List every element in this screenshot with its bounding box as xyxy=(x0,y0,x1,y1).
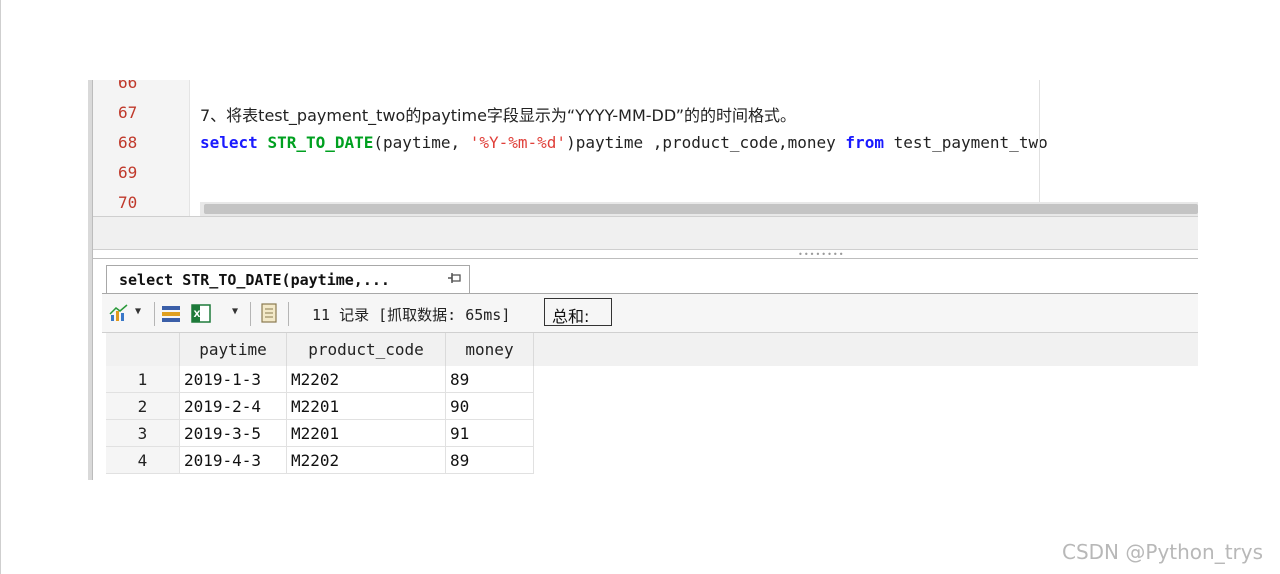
table-row[interactable]: 3 2019-3-5 M2201 91 xyxy=(106,419,534,447)
cell-product-code[interactable]: M2201 xyxy=(286,392,446,420)
string-literal: '%Y-%m-%d' xyxy=(469,133,567,152)
dropdown-arrow-icon[interactable]: ▼ xyxy=(135,306,141,317)
cell-product-code[interactable]: M2201 xyxy=(286,419,446,447)
cell-money[interactable]: 89 xyxy=(445,366,534,393)
line-number: 70 xyxy=(118,193,138,212)
code-line-sql[interactable]: select STR_TO_DATE(paytime, '%Y-%m-%d')p… xyxy=(200,133,1048,152)
column-header[interactable]: paytime xyxy=(179,333,287,366)
toolbar-separator xyxy=(154,302,155,326)
cell-product-code[interactable]: M2202 xyxy=(286,446,446,474)
line-number: 69 xyxy=(118,163,138,182)
cell-paytime[interactable]: 2019-4-3 xyxy=(179,446,287,474)
column-header[interactable]: product_code xyxy=(286,333,446,366)
svg-text:X: X xyxy=(194,310,201,320)
chart-icon[interactable] xyxy=(108,302,130,324)
export-icon[interactable] xyxy=(160,302,182,324)
code-columns: )paytime ,product_code,money xyxy=(566,133,846,152)
row-number-header[interactable] xyxy=(106,333,180,366)
result-toolbar: ▼ X ▼ 11 记录 [抓取数据: 65ms] 总和: xyxy=(102,294,1198,333)
cell-paytime[interactable]: 2019-2-4 xyxy=(179,392,287,420)
right-margin-line xyxy=(1039,80,1040,216)
editor-status-gap xyxy=(93,216,1198,250)
function-name: STR_TO_DATE xyxy=(267,133,374,152)
result-tab-label: select STR_TO_DATE(paytime,... xyxy=(119,271,390,289)
table-row[interactable]: 1 2019-1-3 M2202 89 xyxy=(106,366,534,393)
keyword-from: from xyxy=(845,133,884,152)
code-args: (paytime, xyxy=(373,133,470,152)
line-number-gutter xyxy=(93,80,190,216)
column-header[interactable]: money xyxy=(445,333,534,366)
page-border xyxy=(0,0,1,574)
row-number: 2 xyxy=(106,392,180,420)
pin-icon[interactable] xyxy=(447,271,463,287)
table-row[interactable]: 2 2019-2-4 M2201 90 xyxy=(106,392,534,420)
code-line-comment[interactable]: 7、将表test_payment_two的paytime字段显示为“YYYY-M… xyxy=(200,102,796,126)
table-row[interactable]: 4 2019-4-3 M2202 89 xyxy=(106,446,534,474)
watermark: CSDN @Python_trys xyxy=(1062,540,1264,564)
cell-paytime[interactable]: 2019-3-5 xyxy=(179,419,287,447)
line-number: 66 xyxy=(118,80,138,92)
result-grid: paytime product_code money 1 2019-1-3 M2… xyxy=(106,333,534,474)
scrollbar-thumb[interactable] xyxy=(204,204,1198,214)
line-number: 68 xyxy=(118,133,138,152)
sum-field: 总和: xyxy=(544,298,612,326)
line-number: 67 xyxy=(118,103,138,122)
dropdown-arrow-icon[interactable]: ▼ xyxy=(232,306,238,317)
cell-money[interactable]: 91 xyxy=(445,419,534,447)
row-number: 1 xyxy=(106,366,180,393)
keyword-select: select xyxy=(200,133,258,152)
row-number: 4 xyxy=(106,446,180,474)
toolbar-separator xyxy=(250,302,251,326)
fetch-status: 11 记录 [抓取数据: 65ms] xyxy=(312,306,511,324)
row-number: 3 xyxy=(106,419,180,447)
cell-money[interactable]: 90 xyxy=(445,392,534,420)
cell-paytime[interactable]: 2019-1-3 xyxy=(179,366,287,393)
grid-header-row: paytime product_code money xyxy=(106,333,534,366)
result-tab[interactable]: select STR_TO_DATE(paytime,... xyxy=(106,265,470,293)
table-name: test_payment_two xyxy=(883,133,1048,152)
cell-money[interactable]: 89 xyxy=(445,446,534,474)
sql-client-window: 66 67 68 69 70 7、将表test_payment_two的payt… xyxy=(88,80,1198,480)
notes-icon[interactable] xyxy=(258,302,280,324)
excel-icon[interactable]: X xyxy=(190,302,212,324)
toolbar-separator xyxy=(288,302,289,326)
cell-product-code[interactable]: M2202 xyxy=(286,366,446,393)
sum-label: 总和: xyxy=(552,307,590,326)
